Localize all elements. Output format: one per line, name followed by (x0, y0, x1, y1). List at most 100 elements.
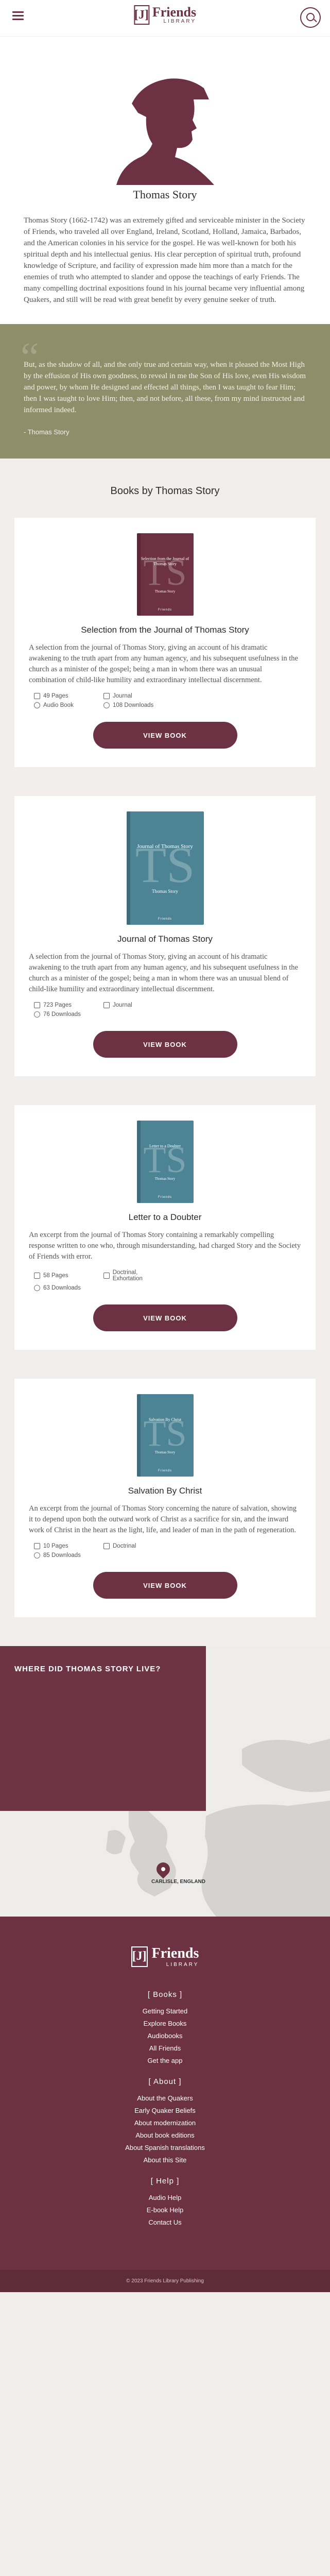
site-footer: [J] Friends LIBRARY [ Books ] Getting St… (0, 1917, 330, 2270)
book-title[interactable]: Journal of Thomas Story (29, 934, 301, 944)
footer-logo-subtext: LIBRARY (166, 1962, 199, 1968)
footer-link-about[interactable]: About the Quakers (0, 2092, 330, 2105)
footer-link-books[interactable]: Getting Started (0, 2005, 330, 2018)
site-header: [J] Friends LIBRARY (0, 0, 330, 37)
site-logo[interactable]: [J] Friends LIBRARY (133, 4, 197, 25)
footer-link-books[interactable]: Explore Books (0, 2018, 330, 2030)
author-portrait-silhouette (116, 78, 214, 185)
book-title[interactable]: Selection from the Journal of Thomas Sto… (29, 625, 301, 635)
book-type-text: Doctrinal (113, 1543, 136, 1549)
location-label: CARLISLE, ENGLAND (151, 1879, 205, 1885)
footer-link-books[interactable]: Audiobooks (0, 2030, 330, 2042)
footer-link-books[interactable]: All Friends (0, 2042, 330, 2055)
footer-link-help[interactable]: Audio Help (0, 2192, 330, 2204)
book-downloads-text: 76 Downloads (43, 1011, 81, 1018)
book-meta: 10 Pages Doctrinal 85 Downloads (34, 1543, 168, 1558)
book-description: An excerpt from the journal of Thomas St… (29, 1231, 301, 1261)
book-type: Doctrinal, Exhortation (103, 1269, 168, 1282)
book-audio-text: Audio Book (43, 702, 74, 708)
book-title[interactable]: Salvation By Christ (29, 1486, 301, 1496)
view-book-button[interactable]: VIEW BOOK (93, 1031, 237, 1058)
book-card: TS Selection from the Journal of Thomas S… (14, 518, 316, 767)
quote-text: But, as the shadow of all, and the only … (24, 361, 306, 414)
cover-author: Thomas Story (152, 888, 178, 894)
book-type: Journal (103, 693, 168, 699)
book-cover[interactable]: TS Selection from the Journal of Thomas S… (136, 533, 194, 616)
book-downloads: 63 Downloads (34, 1285, 98, 1291)
footer-link-about[interactable]: About this Site (0, 2154, 330, 2166)
download-icon (34, 1011, 40, 1018)
view-book-button[interactable]: VIEW BOOK (93, 1304, 237, 1331)
tag-icon (103, 1002, 110, 1008)
footer-link-about[interactable]: Early Quaker Beliefs (0, 2105, 330, 2117)
footer-about-heading: [ About ] (148, 2077, 182, 2086)
book-cover[interactable]: TS Journal of Thomas Story Thomas Story Fri… (126, 811, 204, 925)
book-audio: Audio Book (34, 702, 98, 708)
map-section: WHERE DID THOMAS STORY LIVE? CARLISLE, E… (0, 1646, 330, 1917)
map-heading: WHERE DID THOMAS STORY LIVE? (14, 1665, 161, 1673)
download-icon (34, 1285, 40, 1291)
footer-help-heading: [ Help ] (150, 2177, 180, 2185)
book-downloads-text: 85 Downloads (43, 1552, 81, 1558)
pages-icon (34, 693, 40, 699)
headphones-icon (34, 702, 40, 708)
cover-title: Selection from the Journal of Thomas Sto… (141, 556, 189, 566)
book-card: TS Letter to a Doubter Thomas Story Friends… (14, 1105, 316, 1350)
book-pages: 10 Pages (34, 1543, 98, 1549)
cover-publisher: Friends (158, 1469, 172, 1472)
book-pages: 723 Pages (34, 1002, 98, 1008)
footer-link-about[interactable]: About book editions (0, 2129, 330, 2142)
logo-text: Friends (152, 4, 197, 20)
book-downloads: 85 Downloads (34, 1552, 98, 1558)
footer-link-books[interactable]: Get the app (0, 2055, 330, 2067)
cover-title: Letter to a Doubter (149, 1143, 181, 1148)
book-meta: 49 Pages Journal Audio Book 108 Downloads (34, 693, 168, 708)
book-pages-text: 58 Pages (43, 1273, 68, 1279)
footer-help-section: [ Help ] Audio Help E-book Help Contact Us (0, 2177, 330, 2229)
pages-icon (34, 1273, 40, 1279)
footer-logo-text: Friends (151, 1945, 199, 1961)
books-heading: Books by Thomas Story (110, 485, 220, 497)
author-bio: Thomas Story (1662-1742) was an extremel… (24, 216, 305, 304)
book-type-text: Doctrinal, Exhortation (112, 1269, 143, 1282)
book-type: Journal (103, 1002, 168, 1008)
footer-link-help[interactable]: Contact Us (0, 2216, 330, 2229)
book-pages-text: 10 Pages (43, 1543, 68, 1549)
book-type-text: Journal (113, 1002, 132, 1008)
book-downloads: 108 Downloads (103, 702, 168, 708)
book-pages-text: 49 Pages (43, 693, 68, 699)
book-title[interactable]: Letter to a Doubter (29, 1212, 301, 1223)
book-cover[interactable]: TS Letter to a Doubter Thomas Story Friends (136, 1121, 194, 1203)
book-description: A selection from the journal of Thomas S… (29, 953, 298, 993)
copyright: © 2023 Friends Library Publishing (0, 2270, 330, 2292)
cover-title: Journal of Thomas Story (137, 843, 193, 850)
cover-publisher: Friends (158, 918, 172, 921)
cover-publisher: Friends (158, 608, 172, 612)
footer-books-section: [ Books ] Getting Started Explore Books Au… (0, 1990, 330, 2067)
author-quote: “ But, as the shadow of all, and the onl… (0, 324, 330, 459)
pages-icon (34, 1543, 40, 1549)
author-hero: Thomas Story Thomas Story (1662-1742) wa… (0, 37, 330, 324)
book-card: TS Salvation By Christ Thomas Story Friends… (14, 1379, 316, 1617)
books-list: TS Selection from the Journal of Thomas S… (0, 518, 330, 1617)
menu-icon[interactable] (12, 11, 24, 20)
cover-author: Thomas Story (154, 1450, 176, 1454)
book-downloads-text: 63 Downloads (43, 1285, 81, 1291)
book-pages-text: 723 Pages (43, 1002, 72, 1008)
footer-logo[interactable]: [J] Friends LIBRARY (131, 1945, 199, 1968)
tag-icon (103, 1273, 110, 1279)
footer-link-about[interactable]: About Spanish translations (0, 2142, 330, 2154)
footer-books-heading: [ Books ] (147, 1990, 183, 1999)
footer-link-about[interactable]: About modernization (0, 2117, 330, 2129)
footer-about-section: [ About ] About the Quakers Early Quaker … (0, 2077, 330, 2166)
search-icon[interactable] (300, 7, 321, 28)
tag-icon (103, 1543, 110, 1549)
footer-logo-mark: [J] (131, 1946, 148, 1967)
view-book-button[interactable]: VIEW BOOK (93, 1572, 237, 1599)
view-book-button[interactable]: VIEW BOOK (93, 722, 237, 749)
book-pages: 58 Pages (34, 1269, 98, 1282)
footer-link-help[interactable]: E-book Help (0, 2204, 330, 2216)
book-cover[interactable]: TS Salvation By Christ Thomas Story Friends (136, 1394, 194, 1477)
book-type-text: Journal (113, 693, 132, 699)
book-type: Doctrinal (103, 1543, 168, 1549)
